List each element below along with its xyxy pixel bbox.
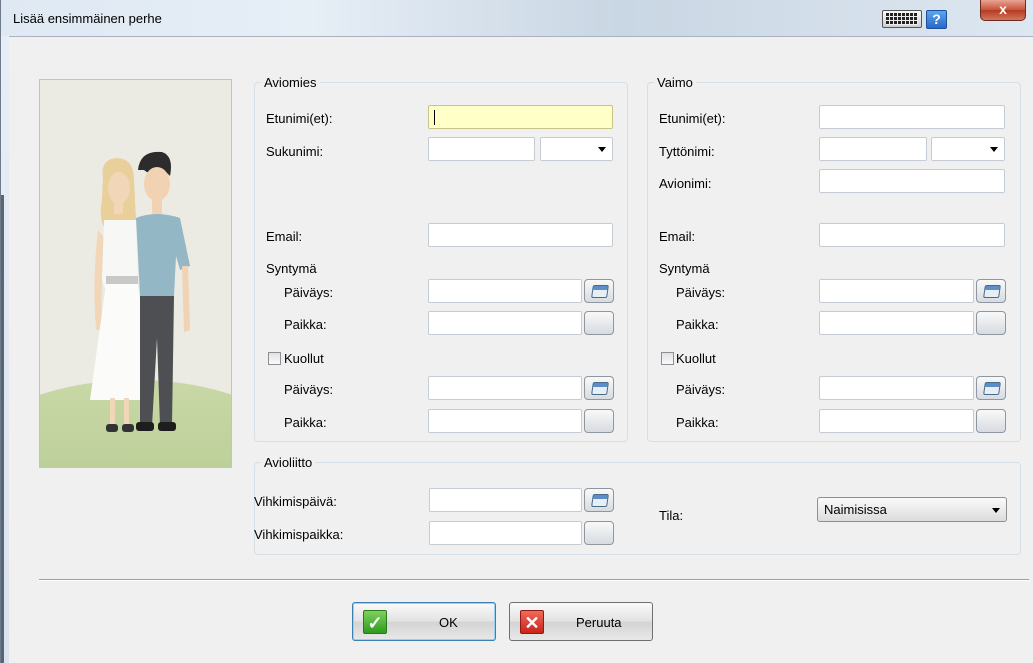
cancel-button-label: Peruuta xyxy=(576,615,622,630)
husband-deceased-label[interactable]: Kuollut xyxy=(284,351,324,366)
wife-married-name-input[interactable] xyxy=(819,169,1005,193)
wife-death-place-label: Paikka: xyxy=(676,415,719,430)
marriage-place-label: Vihkimispaikka: xyxy=(254,527,344,542)
husband-deceased-checkbox[interactable] xyxy=(268,352,281,365)
wife-first-name-input[interactable] xyxy=(819,105,1005,129)
marriage-place-input[interactable] xyxy=(429,521,582,545)
marriage-status-select[interactable]: Naimisissa xyxy=(817,497,1007,522)
husband-death-place-browse-button[interactable] xyxy=(584,409,614,433)
wife-maiden-name-dropdown[interactable] xyxy=(931,137,1005,161)
ok-button-label: OK xyxy=(439,615,458,630)
wife-death-place-input[interactable] xyxy=(819,409,974,433)
husband-death-place-input[interactable] xyxy=(428,409,582,433)
window-title: Lisää ensimmäinen perhe xyxy=(13,11,162,26)
wife-birth-heading: Syntymä xyxy=(659,261,710,276)
marriage-status-label: Tila: xyxy=(659,508,684,523)
ok-button[interactable]: ✓ OK xyxy=(352,602,496,641)
husband-birth-heading: Syntymä xyxy=(266,261,317,276)
close-icon: ✕ xyxy=(520,610,544,634)
wife-birth-place-browse-button[interactable] xyxy=(976,311,1006,335)
wife-birth-date-label: Päiväys: xyxy=(676,285,726,300)
husband-death-place-label: Paikka: xyxy=(284,415,327,430)
wife-maiden-name-label: Tyttönimi: xyxy=(659,144,715,159)
keyboard-icon[interactable] xyxy=(882,10,922,28)
chevron-down-icon xyxy=(992,508,1000,513)
wife-maiden-name-input[interactable] xyxy=(819,137,927,161)
window-edge xyxy=(1,195,4,663)
marriage-legend: Avioliitto xyxy=(264,455,313,470)
husband-death-date-input[interactable] xyxy=(428,376,582,400)
calendar-icon[interactable] xyxy=(976,376,1006,400)
marriage-date-label: Vihkimispäivä: xyxy=(254,494,337,509)
calendar-icon[interactable] xyxy=(584,488,614,512)
husband-birth-place-label: Paikka: xyxy=(284,317,327,332)
wife-legend: Vaimo xyxy=(657,75,693,90)
couple-icon xyxy=(40,80,231,467)
calendar-icon[interactable] xyxy=(584,279,614,303)
chevron-down-icon xyxy=(990,147,998,152)
wife-first-name-label: Etunimi(et): xyxy=(659,111,726,126)
husband-legend: Aviomies xyxy=(264,75,317,90)
marriage-place-browse-button[interactable] xyxy=(584,521,614,545)
marriage-date-input[interactable] xyxy=(429,488,582,512)
husband-birth-place-input[interactable] xyxy=(428,311,582,335)
dialog-window: Lisää ensimmäinen perhe ? x Aviomies Etu… xyxy=(0,0,1033,663)
wife-married-name-label: Avionimi: xyxy=(659,176,712,191)
checkmark-icon: ✓ xyxy=(363,610,387,634)
title-bar[interactable]: Lisää ensimmäinen perhe ? x xyxy=(1,0,1033,36)
wife-deceased-label[interactable]: Kuollut xyxy=(676,351,716,366)
separator xyxy=(39,579,1029,581)
marriage-status-value: Naimisissa xyxy=(824,502,887,517)
wife-email-input[interactable] xyxy=(819,223,1005,247)
husband-last-name-input[interactable] xyxy=(428,137,535,161)
dialog-content: Aviomies Etunimi(et): Sukunimi: Email: S… xyxy=(9,36,1033,663)
husband-birth-place-browse-button[interactable] xyxy=(584,311,614,335)
husband-first-name-input[interactable] xyxy=(428,105,613,129)
husband-last-name-label: Sukunimi: xyxy=(266,144,324,159)
wife-death-place-browse-button[interactable] xyxy=(976,409,1006,433)
chevron-down-icon xyxy=(598,147,606,152)
calendar-icon[interactable] xyxy=(976,279,1006,303)
husband-death-date-label: Päiväys: xyxy=(284,382,334,397)
close-button[interactable]: x xyxy=(980,0,1026,21)
calendar-icon[interactable] xyxy=(584,376,614,400)
husband-birth-date-input[interactable] xyxy=(428,279,582,303)
couple-illustration xyxy=(39,79,232,468)
husband-email-label: Email: xyxy=(266,229,303,244)
help-button[interactable]: ? xyxy=(926,10,947,29)
wife-death-date-input[interactable] xyxy=(819,376,974,400)
husband-email-input[interactable] xyxy=(428,223,613,247)
husband-birth-date-label: Päiväys: xyxy=(284,285,334,300)
cancel-button[interactable]: ✕ Peruuta xyxy=(509,602,653,641)
wife-deceased-checkbox[interactable] xyxy=(661,352,674,365)
husband-last-name-dropdown[interactable] xyxy=(540,137,613,161)
wife-birth-place-input[interactable] xyxy=(819,311,974,335)
husband-first-name-label: Etunimi(et): xyxy=(266,111,333,126)
wife-birth-place-label: Paikka: xyxy=(676,317,719,332)
wife-email-label: Email: xyxy=(659,229,696,244)
wife-death-date-label: Päiväys: xyxy=(676,382,726,397)
wife-birth-date-input[interactable] xyxy=(819,279,974,303)
